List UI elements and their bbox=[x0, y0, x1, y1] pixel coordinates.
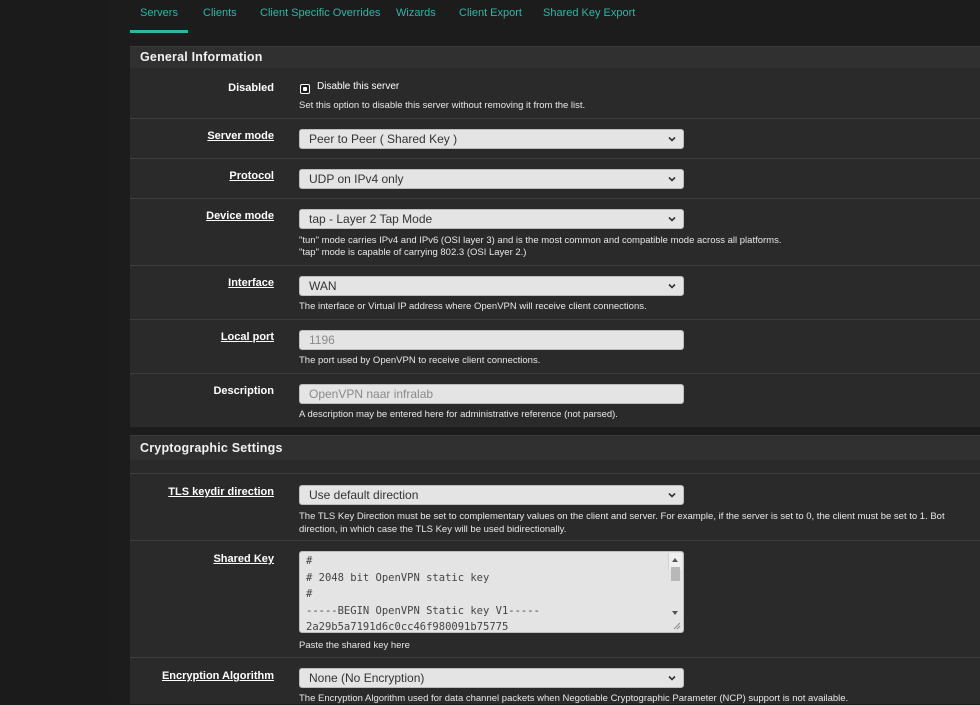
shared-key-help: Paste the shared key here bbox=[299, 640, 410, 651]
chevron-down-icon bbox=[668, 216, 676, 222]
tab-clients[interactable]: Clients bbox=[203, 0, 237, 30]
disable-server-checkbox[interactable] bbox=[300, 84, 310, 94]
shared-key-line: # bbox=[306, 588, 313, 600]
tls-keydir-help-2: direction, in which case the TLS Key wil… bbox=[299, 524, 567, 535]
row-disabled: Disabled Disable this server Set this op… bbox=[130, 69, 980, 119]
textarea-scrollbar[interactable] bbox=[668, 553, 682, 615]
row-tls-keydir: TLS keydir direction Use default directi… bbox=[130, 474, 980, 541]
disable-server-checkbox-label[interactable]: Disable this server bbox=[317, 81, 399, 92]
panel-spacer bbox=[130, 461, 980, 474]
device-mode-value: tap - Layer 2 Tap Mode bbox=[309, 212, 433, 226]
tab-client-specific-overrides[interactable]: Client Specific Overrides bbox=[260, 0, 380, 30]
shared-key-line: # 2048 bit OpenVPN static key bbox=[306, 571, 490, 584]
general-information-panel: General Information Disabled Disable thi… bbox=[130, 46, 980, 427]
shared-key-label[interactable]: Shared Key bbox=[213, 553, 274, 565]
protocol-select[interactable]: UDP on IPv4 only bbox=[299, 169, 684, 189]
server-mode-value: Peer to Peer ( Shared Key ) bbox=[309, 132, 458, 146]
shared-key-line: # bbox=[306, 555, 313, 567]
chevron-down-icon bbox=[668, 283, 676, 289]
encryption-algorithm-select[interactable]: None (No Encryption) bbox=[299, 668, 684, 688]
tab-bar: Servers Clients Client Specific Override… bbox=[110, 0, 980, 33]
row-local-port: Local port 1196 The port used by OpenVPN… bbox=[130, 320, 980, 374]
device-mode-label[interactable]: Device mode bbox=[206, 210, 274, 222]
tls-keydir-value: Use default direction bbox=[309, 488, 419, 502]
row-protocol: Protocol UDP on IPv4 only bbox=[130, 159, 980, 199]
interface-select[interactable]: WAN bbox=[299, 276, 684, 296]
resize-grip-icon[interactable] bbox=[673, 622, 681, 630]
scroll-up-icon[interactable] bbox=[672, 558, 678, 562]
shared-key-line: 2a29b5a7191d6c0cc46f980091b75775 bbox=[306, 621, 509, 633]
left-margin bbox=[0, 0, 110, 703]
encryption-algorithm-help: The Encryption Algorithm used for data c… bbox=[299, 693, 849, 704]
interface-label[interactable]: Interface bbox=[228, 277, 274, 289]
panel-title-general: General Information bbox=[130, 47, 980, 68]
chevron-down-icon bbox=[668, 675, 676, 681]
device-mode-select[interactable]: tap - Layer 2 Tap Mode bbox=[299, 209, 684, 229]
device-mode-help-tap: "tap" mode is capable of carrying 802.3 … bbox=[299, 247, 527, 258]
row-device-mode: Device mode tap - Layer 2 Tap Mode "tun"… bbox=[130, 199, 980, 266]
shared-key-line: -----BEGIN OpenVPN Static key V1----- bbox=[306, 604, 540, 617]
panel-title-crypto: Cryptographic Settings bbox=[130, 436, 980, 460]
disabled-label: Disabled bbox=[228, 82, 274, 94]
row-description: Description OpenVPN naar infralab A desc… bbox=[130, 374, 980, 427]
encryption-algorithm-label[interactable]: Encryption Algorithm bbox=[162, 670, 274, 682]
chevron-down-icon bbox=[668, 136, 676, 142]
row-server-mode: Server mode Peer to Peer ( Shared Key ) bbox=[130, 119, 980, 159]
cryptographic-settings-panel: Cryptographic Settings TLS keydir direct… bbox=[130, 435, 980, 704]
description-input[interactable]: OpenVPN naar infralab bbox=[299, 384, 684, 404]
tls-keydir-label[interactable]: TLS keydir direction bbox=[168, 486, 274, 498]
protocol-label[interactable]: Protocol bbox=[229, 170, 274, 182]
interface-help: The interface or Virtual IP address wher… bbox=[299, 301, 647, 312]
chevron-down-icon bbox=[668, 492, 676, 498]
description-label: Description bbox=[213, 385, 274, 397]
tls-keydir-select[interactable]: Use default direction bbox=[299, 485, 684, 505]
row-interface: Interface WAN The interface or Virtual I… bbox=[130, 266, 980, 320]
device-mode-help-tun: "tun" mode carries IPv4 and IPv6 (OSI la… bbox=[299, 235, 782, 246]
scroll-thumb[interactable] bbox=[671, 567, 680, 581]
tab-wizards[interactable]: Wizards bbox=[396, 0, 436, 30]
local-port-help: The port used by OpenVPN to receive clie… bbox=[299, 355, 541, 366]
tls-keydir-help-1: The TLS Key Direction must be set to com… bbox=[299, 511, 945, 522]
chevron-down-icon bbox=[668, 176, 676, 182]
local-port-label[interactable]: Local port bbox=[221, 331, 274, 343]
tab-servers[interactable]: Servers bbox=[130, 0, 188, 33]
scroll-down-icon[interactable] bbox=[672, 611, 678, 615]
row-shared-key: Shared Key # # 2048 bit OpenVPN static k… bbox=[130, 541, 980, 658]
encryption-algorithm-value: None (No Encryption) bbox=[309, 671, 425, 685]
local-port-input[interactable]: 1196 bbox=[299, 330, 684, 350]
disabled-help: Set this option to disable this server w… bbox=[299, 100, 586, 111]
description-help: A description may be entered here for ad… bbox=[299, 409, 618, 420]
shared-key-textarea[interactable]: # # 2048 bit OpenVPN static key # -----B… bbox=[299, 551, 684, 633]
tab-shared-key-export[interactable]: Shared Key Export bbox=[543, 0, 635, 30]
server-mode-label[interactable]: Server mode bbox=[207, 130, 274, 142]
tab-client-export[interactable]: Client Export bbox=[459, 0, 522, 30]
interface-value: WAN bbox=[309, 279, 337, 293]
server-mode-select[interactable]: Peer to Peer ( Shared Key ) bbox=[299, 129, 684, 149]
row-encryption-algorithm: Encryption Algorithm None (No Encryption… bbox=[130, 658, 980, 704]
protocol-value: UDP on IPv4 only bbox=[309, 172, 404, 186]
